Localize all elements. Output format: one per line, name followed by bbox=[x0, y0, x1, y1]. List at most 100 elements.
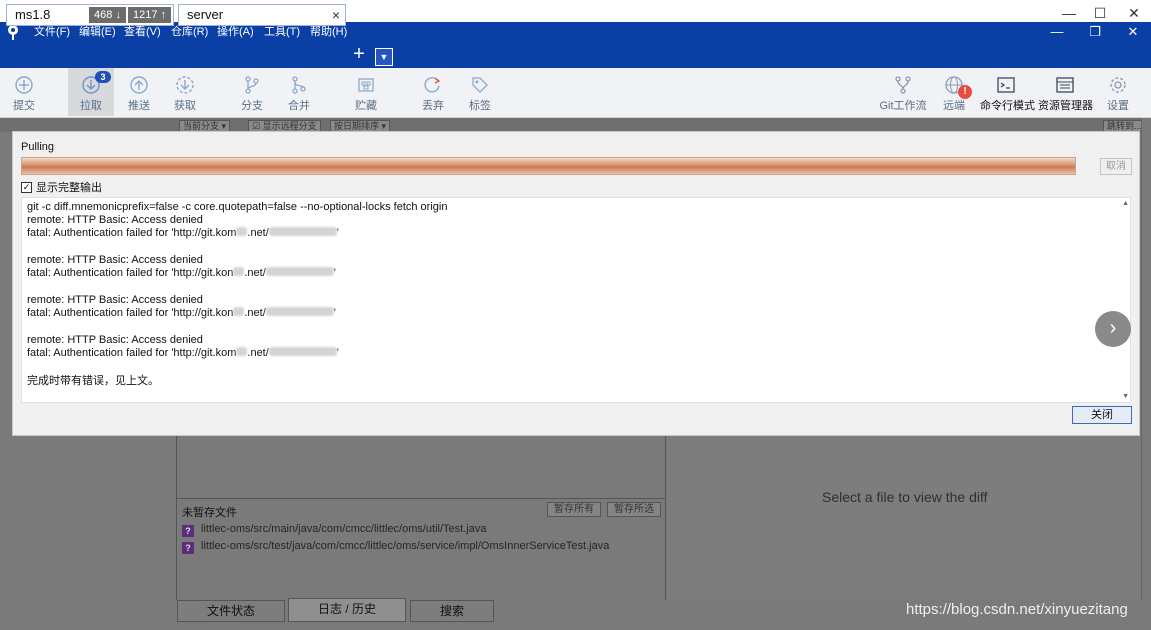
remote-alert-icon: ! bbox=[958, 85, 972, 99]
menu-actions[interactable]: 操作(A) bbox=[217, 24, 254, 40]
scroll-up-arrow-icon[interactable]: ▲ bbox=[1122, 200, 1129, 207]
commit-label: 提交 bbox=[13, 100, 35, 112]
menu-view[interactable]: 查看(V) bbox=[124, 24, 161, 40]
push-icon bbox=[130, 76, 148, 94]
menu-help[interactable]: 帮助(H) bbox=[310, 24, 347, 40]
show-full-output-label: 显示完整输出 bbox=[36, 182, 102, 194]
ahead-count: 1217 ↑ bbox=[127, 7, 171, 23]
git-flow-icon bbox=[895, 76, 911, 94]
terminal-label: 命令行模式 bbox=[980, 100, 1035, 112]
ahead-behind-counts: 468 ↓ 1217 ↑ bbox=[87, 7, 171, 23]
output-line: git -c diff.mnemonicprefix=false -c core… bbox=[27, 201, 448, 213]
window-close-button[interactable]: ✕ bbox=[1122, 22, 1144, 42]
os-minimize-button[interactable]: — bbox=[1052, 3, 1086, 23]
stash-icon bbox=[358, 78, 374, 92]
pull-progress-dialog: Pulling 取消 ✓ 显示完整输出 git -c diff.mnemonic… bbox=[12, 131, 1140, 436]
tab-file-status[interactable]: 文件状态 bbox=[177, 600, 285, 622]
terminal-button[interactable]: 命令行模式 bbox=[980, 68, 1035, 116]
git-flow-label: Git工作流 bbox=[879, 100, 927, 112]
file-path: littlec-oms/src/main/java/com/cmcc/littl… bbox=[201, 523, 487, 535]
tag-label: 标签 bbox=[469, 100, 491, 112]
explorer-label: 资源管理器 bbox=[1038, 100, 1093, 112]
branch-label: 分支 bbox=[241, 100, 263, 112]
window-restore-button[interactable]: ❐ bbox=[1084, 22, 1106, 42]
file-list-item[interactable]: ? littlec-oms/src/main/java/com/cmcc/litt… bbox=[182, 521, 486, 537]
log-filter-strip bbox=[0, 118, 1151, 132]
sourcetree-logo-icon bbox=[8, 25, 18, 40]
diff-panel bbox=[667, 436, 1151, 600]
os-maximize-button[interactable]: ☐ bbox=[1083, 3, 1117, 23]
commit-icon bbox=[15, 76, 33, 94]
file-path: littlec-oms/src/test/java/com/cmcc/littl… bbox=[201, 540, 610, 552]
menu-edit[interactable]: 编辑(E) bbox=[79, 24, 116, 40]
repo-tab-label: server bbox=[187, 7, 224, 22]
output-line: fatal: Authentication failed for 'http:/… bbox=[27, 347, 339, 359]
repo-tab-label: ms1.8 bbox=[15, 7, 51, 22]
settings-button[interactable]: 设置 bbox=[1095, 68, 1141, 116]
stage-selected-button[interactable]: 暂存所选 bbox=[607, 502, 661, 517]
tag-button[interactable]: 标签 bbox=[457, 68, 503, 116]
output-line: remote: HTTP Basic: Access denied bbox=[27, 254, 203, 266]
unstaged-files-header: 未暂存文件 暂存所有 暂存所选 bbox=[176, 498, 666, 520]
merge-label: 合并 bbox=[288, 100, 310, 112]
show-full-output-checkbox[interactable]: ✓ bbox=[21, 181, 32, 193]
commit-button[interactable]: 提交 bbox=[1, 68, 47, 116]
pull-label: 拉取 bbox=[80, 100, 102, 112]
tab-log-history[interactable]: 日志 / 历史 bbox=[288, 598, 406, 622]
branch-button[interactable]: 分支 bbox=[229, 68, 275, 116]
repo-tab-server[interactable]: server × bbox=[178, 4, 346, 26]
terminal-icon bbox=[997, 77, 1015, 93]
stash-button[interactable]: 贮藏 bbox=[343, 68, 389, 116]
discard-label: 丢弃 bbox=[422, 100, 444, 112]
repo-tab-ms18[interactable]: ms1.8 468 ↓ 1217 ↑ bbox=[6, 4, 174, 26]
menu-tools[interactable]: 工具(T) bbox=[264, 24, 300, 40]
tag-icon bbox=[472, 77, 488, 93]
pull-count-badge: 3 bbox=[95, 71, 111, 83]
explorer-icon bbox=[1056, 77, 1074, 93]
gear-icon bbox=[1110, 77, 1126, 93]
merge-icon bbox=[292, 76, 306, 94]
command-output-area[interactable]: git -c diff.mnemonicprefix=false -c core… bbox=[21, 197, 1131, 403]
scroll-down-arrow-icon[interactable]: ▼ bbox=[1122, 393, 1129, 400]
fetch-label: 获取 bbox=[174, 100, 196, 112]
output-line: fatal: Authentication failed for 'http:/… bbox=[27, 307, 336, 319]
untracked-file-icon: ? bbox=[182, 542, 194, 554]
tab-list-dropdown-button[interactable]: ▼ bbox=[375, 48, 393, 66]
output-line: fatal: Authentication failed for 'http:/… bbox=[27, 227, 339, 239]
fetch-button[interactable]: 获取 bbox=[162, 68, 208, 116]
cancel-button[interactable]: 取消 bbox=[1100, 158, 1132, 175]
push-label: 推送 bbox=[128, 100, 150, 112]
repo-tab-bar bbox=[0, 42, 1151, 68]
pull-progress-bar bbox=[21, 157, 1076, 175]
stash-label: 贮藏 bbox=[355, 100, 377, 112]
watermark-text: https://blog.csdn.net/xinyuezitang bbox=[906, 601, 1128, 618]
fetch-icon bbox=[176, 76, 194, 94]
next-arrow-button[interactable]: › bbox=[1095, 311, 1131, 347]
main-scrollbar[interactable] bbox=[1141, 118, 1151, 600]
show-full-output-option[interactable]: ✓ 显示完整输出 bbox=[21, 180, 102, 194]
output-line: remote: HTTP Basic: Access denied bbox=[27, 294, 203, 306]
merge-button[interactable]: 合并 bbox=[276, 68, 322, 116]
explorer-button[interactable]: 资源管理器 bbox=[1038, 68, 1093, 116]
close-tab-icon[interactable]: × bbox=[332, 5, 340, 25]
dialog-title: Pulling bbox=[21, 141, 55, 153]
menu-repository[interactable]: 仓库(R) bbox=[171, 24, 208, 40]
os-close-button[interactable]: ✕ bbox=[1117, 3, 1151, 23]
pull-button[interactable]: 3 拉取 bbox=[68, 68, 114, 116]
close-button[interactable]: 关闭 bbox=[1072, 406, 1132, 424]
window-minimize-button[interactable]: — bbox=[1046, 22, 1068, 42]
file-list-item[interactable]: ? littlec-oms/src/test/java/com/cmcc/litt… bbox=[182, 538, 609, 554]
output-line: remote: HTTP Basic: Access denied bbox=[27, 214, 203, 226]
git-flow-button[interactable]: Git工作流 bbox=[878, 68, 928, 116]
remote-button[interactable]: ! 远端 bbox=[931, 68, 977, 116]
stage-all-button[interactable]: 暂存所有 bbox=[547, 502, 601, 517]
new-tab-button[interactable]: + bbox=[349, 44, 369, 65]
settings-label: 设置 bbox=[1107, 100, 1129, 112]
tab-search[interactable]: 搜索 bbox=[410, 600, 494, 622]
diff-placeholder-text: Select a file to view the diff bbox=[822, 489, 988, 505]
push-button[interactable]: 推送 bbox=[116, 68, 162, 116]
discard-button[interactable]: 丢弃 bbox=[410, 68, 456, 116]
menu-file[interactable]: 文件(F) bbox=[34, 24, 70, 40]
behind-count: 468 ↓ bbox=[89, 7, 126, 23]
discard-icon bbox=[424, 77, 441, 93]
